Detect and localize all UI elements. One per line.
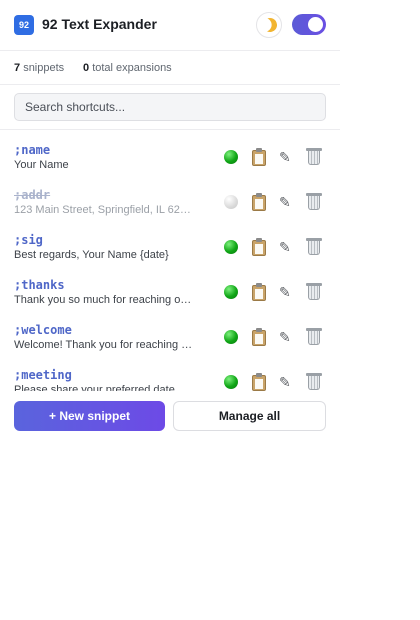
stats-bar: 7 snippets 0 total expansions	[0, 51, 340, 85]
snippet-shortcut: ;sig	[14, 233, 43, 247]
clipboard-icon[interactable]	[251, 148, 267, 166]
trash-icon[interactable]	[306, 193, 322, 211]
snippet-shortcut: ;name	[14, 143, 51, 157]
trash-icon[interactable]	[306, 373, 322, 391]
snippet-row[interactable]: ;name Your Name ✎	[0, 137, 340, 182]
status-toggle[interactable]	[224, 195, 238, 209]
theme-toggle-button[interactable]	[256, 12, 282, 38]
snippet-expansion: 123 Main Street, Springfield, IL 62…	[14, 204, 191, 216]
clipboard-icon[interactable]	[251, 193, 267, 211]
trash-icon[interactable]	[306, 148, 322, 166]
moon-icon	[261, 16, 279, 34]
status-toggle[interactable]	[224, 150, 238, 164]
toggle-knob	[308, 17, 323, 32]
snippet-shortcut: ;addr	[14, 188, 51, 202]
snippets-stat: 7 snippets	[14, 62, 64, 74]
pencil-icon[interactable]: ✎	[279, 328, 291, 346]
status-toggle[interactable]	[224, 285, 238, 299]
extension-popup: 92 92 Text Expander 7 snippets 0 total e…	[0, 0, 340, 440]
status-toggle[interactable]	[224, 330, 238, 344]
status-toggle[interactable]	[224, 375, 238, 389]
app-title: 92 Text Expander	[42, 16, 157, 32]
clipboard-icon[interactable]	[251, 283, 267, 301]
snippet-row[interactable]: ;addr 123 Main Street, Springfield, IL 62…	[0, 182, 340, 227]
header: 92 92 Text Expander	[0, 0, 340, 51]
clipboard-icon[interactable]	[251, 328, 267, 346]
snippet-shortcut: ;welcome	[14, 323, 72, 337]
snippets-count: 7	[14, 62, 21, 74]
trash-icon[interactable]	[306, 238, 322, 256]
snippets-label: snippets	[23, 62, 65, 74]
expansions-label: total expansions	[92, 62, 172, 74]
pencil-icon[interactable]: ✎	[279, 373, 291, 391]
snippet-shortcut: ;meeting	[14, 368, 72, 382]
trash-icon[interactable]	[306, 283, 322, 301]
snippet-expansion: Welcome! Thank you for reaching …	[14, 339, 193, 351]
clipboard-icon[interactable]	[251, 373, 267, 391]
pencil-icon[interactable]: ✎	[279, 193, 291, 211]
snippet-row[interactable]: ;welcome Welcome! Thank you for reaching …	[0, 317, 340, 362]
pencil-icon[interactable]: ✎	[279, 148, 291, 166]
app-logo: 92	[14, 15, 34, 35]
snippet-expansion: Thank you so much for reaching o…	[14, 294, 192, 306]
snippet-row[interactable]: ;thanks Thank you so much for reaching o……	[0, 272, 340, 317]
snippet-row[interactable]: ;meeting Please share your preferred date…	[0, 362, 340, 391]
snippet-shortcut: ;thanks	[14, 278, 65, 292]
snippet-expansion: Best regards, Your Name {date}	[14, 249, 169, 261]
expansions-stat: 0 total expansions	[83, 62, 172, 74]
enable-toggle[interactable]	[292, 14, 326, 35]
snippet-expansion: Please share your preferred date …	[14, 384, 189, 391]
clipboard-icon[interactable]	[251, 238, 267, 256]
snippet-row[interactable]: ;sig Best regards, Your Name {date} ✎	[0, 227, 340, 272]
status-toggle[interactable]	[224, 240, 238, 254]
trash-icon[interactable]	[306, 328, 322, 346]
expansions-count: 0	[83, 62, 90, 74]
manage-all-button[interactable]: Manage all	[173, 401, 326, 431]
divider	[0, 129, 340, 130]
pencil-icon[interactable]: ✎	[279, 283, 291, 301]
search-input[interactable]	[14, 93, 326, 121]
snippet-expansion: Your Name	[14, 159, 69, 171]
new-snippet-button[interactable]: + New snippet	[14, 401, 165, 431]
pencil-icon[interactable]: ✎	[279, 238, 291, 256]
snippet-list: ;name Your Name ✎ ;addr 123 Main Street, Spr…	[0, 137, 340, 391]
